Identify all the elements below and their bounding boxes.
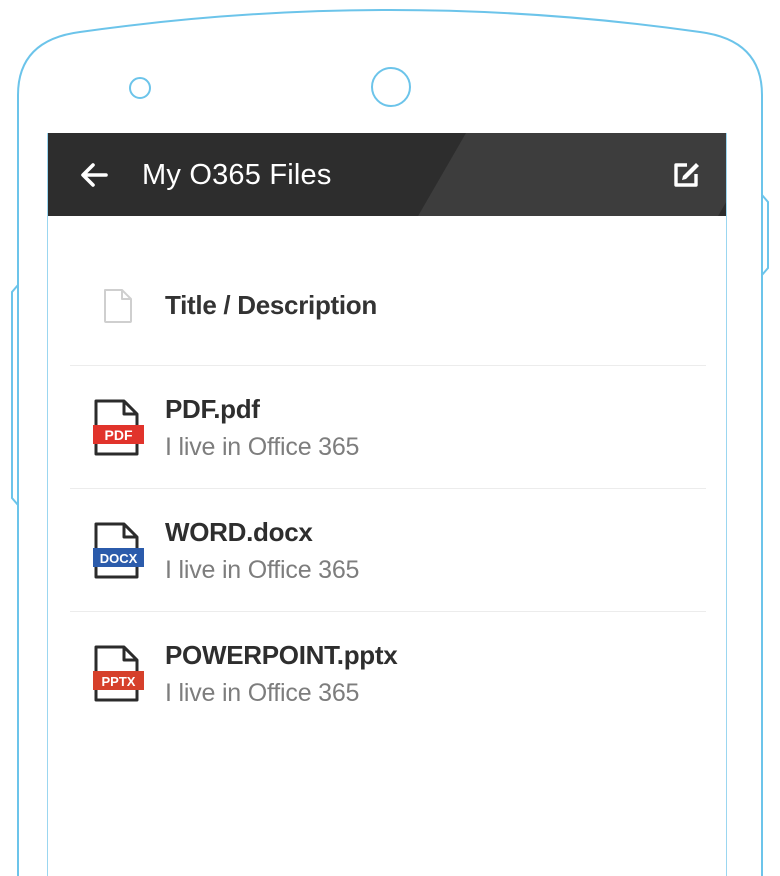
camera-icon <box>129 77 151 99</box>
arrow-left-icon <box>81 163 108 187</box>
word-file-icon: DOCX <box>93 522 144 579</box>
file-badge: PDF <box>105 427 133 443</box>
list-item[interactable]: PPTX POWERPOINT.pptx I live in Office 36… <box>70 612 706 734</box>
edit-button[interactable] <box>666 155 706 195</box>
phone-mockup: My O365 Files Title / Description PDF PD… <box>0 0 780 876</box>
app-bar: My O365 Files <box>48 133 726 216</box>
file-name: POWERPOINT.pptx <box>165 640 398 670</box>
file-badge: DOCX <box>100 551 138 566</box>
file-badge: PPTX <box>102 674 136 689</box>
app-screen: My O365 Files Title / Description PDF PD… <box>47 133 727 876</box>
powerpoint-file-icon: PPTX <box>93 645 144 702</box>
list-item[interactable]: PDF PDF.pdf I live in Office 365 <box>70 366 706 489</box>
edit-icon <box>674 163 699 187</box>
file-name: WORD.docx <box>165 517 313 547</box>
back-button[interactable] <box>74 155 114 195</box>
list-header: Title / Description <box>70 216 706 366</box>
sensor-icon <box>371 67 411 107</box>
page-title: My O365 Files <box>142 159 332 191</box>
column-header-title: Title / Description <box>165 290 377 320</box>
document-icon <box>104 289 132 323</box>
pdf-file-icon: PDF <box>93 399 144 456</box>
file-description: I live in Office 365 <box>165 556 360 584</box>
file-list: Title / Description PDF PDF.pdf I live i… <box>70 216 706 734</box>
list-item[interactable]: DOCX WORD.docx I live in Office 365 <box>70 489 706 612</box>
file-name: PDF.pdf <box>165 394 260 424</box>
file-description: I live in Office 365 <box>165 679 360 707</box>
file-description: I live in Office 365 <box>165 433 360 461</box>
